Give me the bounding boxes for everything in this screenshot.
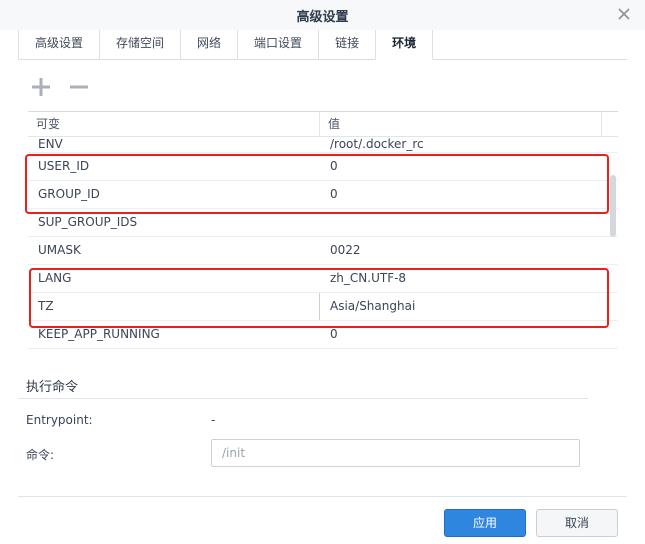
table-row[interactable]: LANG zh_CN.UTF-8	[28, 265, 618, 293]
cell-key: TZ	[28, 293, 320, 320]
cell-value: 0	[330, 187, 338, 201]
cell-value: Asia/Shanghai	[330, 299, 416, 313]
tab-port-settings[interactable]: 端口设置	[238, 30, 320, 60]
cell-key: LANG	[38, 271, 72, 285]
cell-value: /root/.docker_rc	[330, 137, 424, 151]
table-header: 可变 值	[28, 112, 618, 137]
table-row[interactable]: SUP_GROUP_IDS	[28, 209, 618, 237]
minus-icon[interactable]	[66, 74, 92, 100]
table-scrollbar[interactable]	[610, 175, 616, 237]
cell-value: 0	[330, 159, 338, 173]
tab-storage[interactable]: 存储空间	[100, 30, 182, 60]
table-row[interactable]: TZ Asia/Shanghai	[28, 293, 618, 321]
apply-button[interactable]: 应用	[444, 509, 526, 537]
title-bar: 高级设置	[0, 0, 645, 30]
cell-key: USER_ID	[38, 159, 90, 173]
cell-value: 0	[330, 327, 338, 341]
tab-bar: 高级设置 存储空间 网络 端口设置 链接 环境	[18, 30, 627, 60]
cell-key: GROUP_ID	[38, 187, 100, 201]
command-input[interactable]	[211, 439, 580, 467]
cell-key: UMASK	[38, 243, 81, 257]
cell-value: zh_CN.UTF-8	[330, 271, 407, 285]
tab-advanced-settings[interactable]: 高级设置	[18, 30, 101, 60]
table-row[interactable]: UMASK 0022	[28, 237, 618, 265]
cell-key: SUP_GROUP_IDS	[38, 215, 138, 229]
tab-links[interactable]: 链接	[319, 30, 377, 60]
cancel-button[interactable]: 取消	[536, 509, 618, 537]
entrypoint-value: -	[211, 413, 216, 427]
table-body: ENV /root/.docker_rc USER_ID 0 GROUP_ID …	[28, 137, 618, 349]
table-row[interactable]: KEEP_APP_RUNNING 0	[28, 321, 618, 349]
plus-icon[interactable]	[28, 74, 54, 100]
cell-key: ENV	[38, 137, 63, 151]
tab-network[interactable]: 网络	[181, 30, 239, 60]
env-variables-table: 可变 值 ENV /root/.docker_rc USER_ID 0 GROU…	[28, 111, 618, 355]
dialog-title: 高级设置	[296, 10, 349, 25]
exec-section-title: 执行命令	[26, 380, 79, 395]
column-header-value[interactable]: 值	[320, 112, 602, 137]
command-label: 命令:	[26, 448, 55, 462]
env-toolbar	[28, 74, 92, 102]
tab-environment[interactable]: 环境	[376, 30, 434, 60]
column-header-variable[interactable]: 可变	[28, 112, 320, 137]
cell-key: KEEP_APP_RUNNING	[38, 327, 160, 341]
table-row[interactable]: GROUP_ID 0	[28, 181, 618, 209]
section-divider	[18, 398, 588, 399]
entrypoint-label: Entrypoint:	[26, 413, 93, 427]
close-icon[interactable]	[616, 6, 632, 22]
cell-value	[320, 209, 602, 236]
cell-value: 0022	[330, 243, 361, 257]
footer-divider	[18, 496, 627, 497]
table-row[interactable]: ENV /root/.docker_rc	[28, 137, 618, 153]
table-row[interactable]: USER_ID 0	[28, 153, 618, 181]
